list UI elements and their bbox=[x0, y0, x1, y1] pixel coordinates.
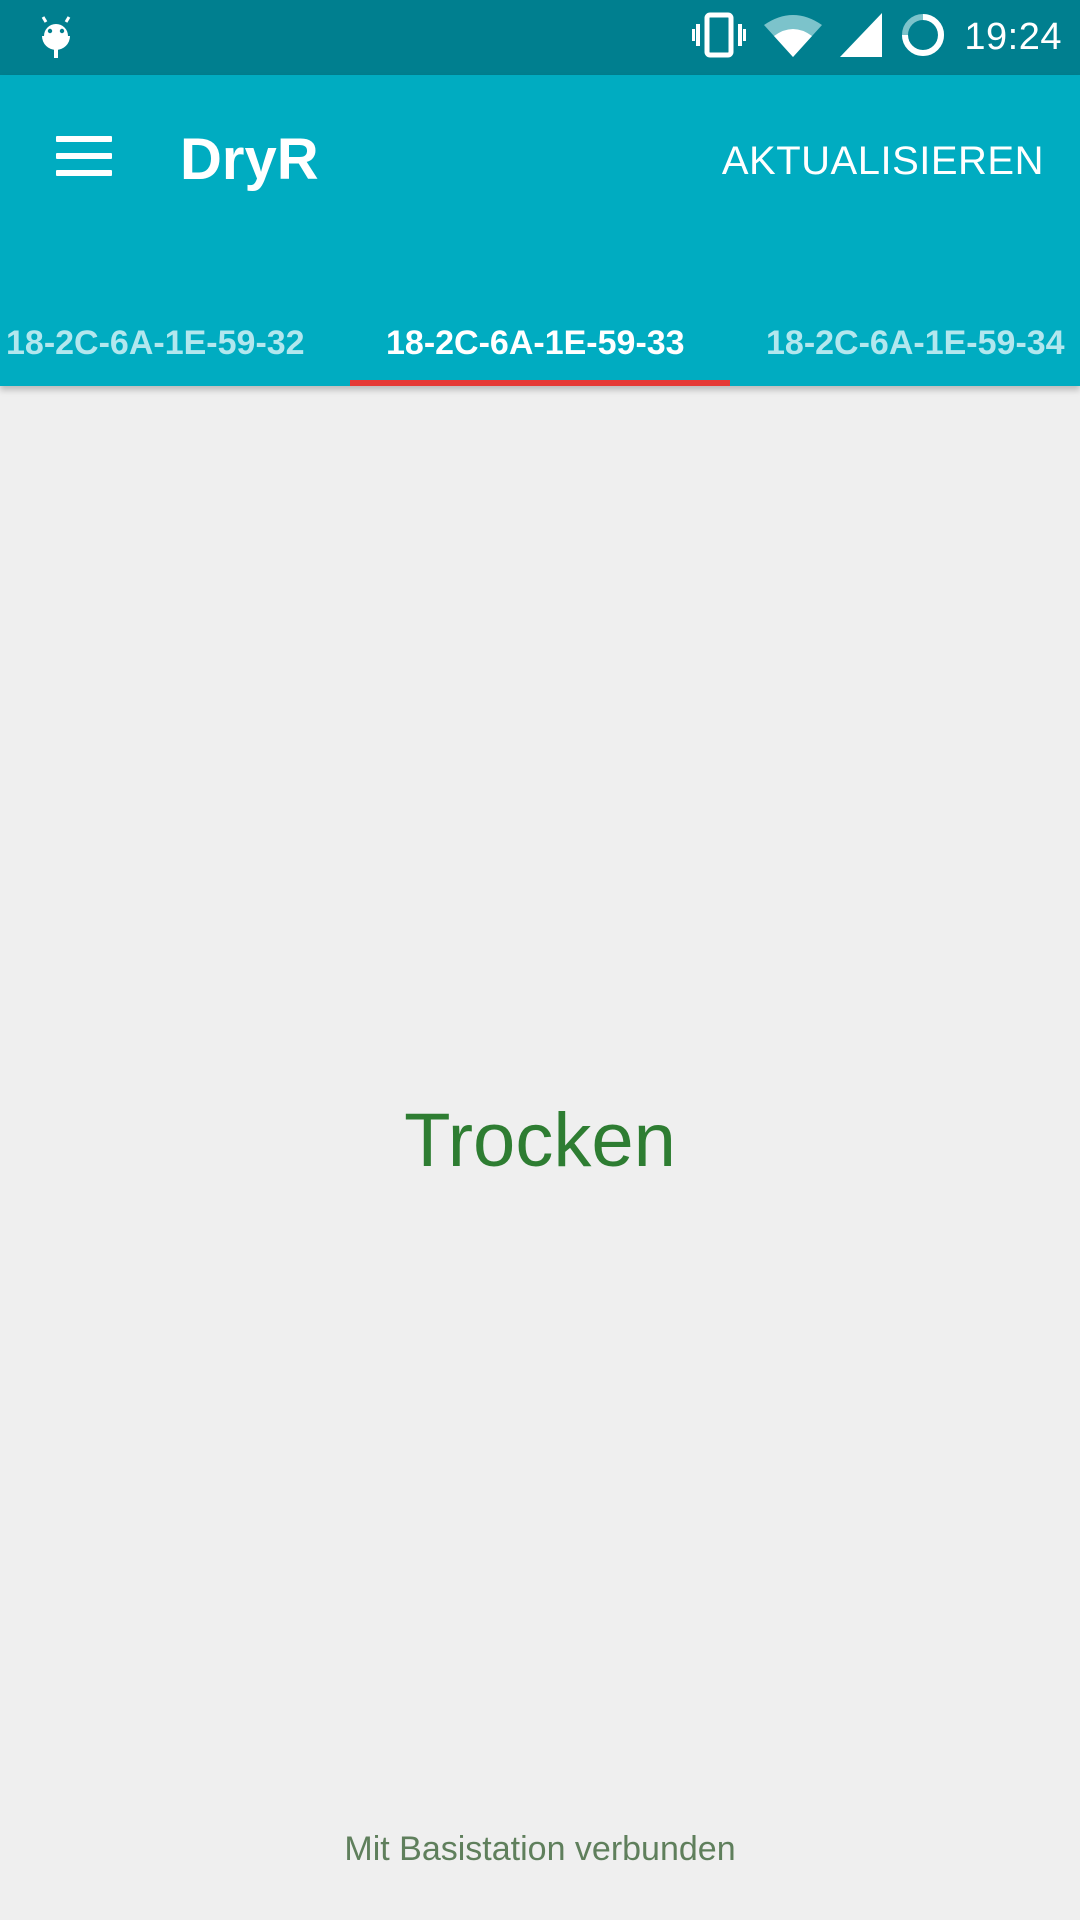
hamburger-menu-icon bbox=[56, 136, 112, 176]
tab-indicator bbox=[350, 380, 730, 386]
status-time: 19:24 bbox=[964, 16, 1062, 58]
menu-button[interactable] bbox=[40, 123, 128, 189]
tab-device-33[interactable]: 18-2C-6A-1E-59-33 bbox=[386, 315, 685, 386]
dryness-state-text: Trocken bbox=[404, 1098, 676, 1183]
app-bar: DryR AKTUALISIEREN 18-2C-6A-1E-59-32 18-… bbox=[0, 75, 1080, 386]
app-title: DryR bbox=[180, 127, 319, 192]
sync-ring-icon bbox=[900, 12, 946, 63]
tab-bar: 18-2C-6A-1E-59-32 18-2C-6A-1E-59-33 18-2… bbox=[0, 315, 1080, 386]
cell-signal-icon bbox=[840, 13, 883, 62]
tab-device-34[interactable]: 18-2C-6A-1E-59-34 bbox=[766, 315, 1065, 386]
status-icons: 19:24 bbox=[692, 0, 1062, 75]
wifi-icon bbox=[764, 13, 823, 62]
tab-device-32[interactable]: 18-2C-6A-1E-59-32 bbox=[6, 315, 305, 386]
vibrate-icon bbox=[692, 12, 747, 63]
status-bar: 19:24 bbox=[0, 0, 1080, 75]
android-debug-icon bbox=[34, 14, 78, 64]
connection-status-text: Mit Basistation verbunden bbox=[344, 1830, 736, 1868]
refresh-button[interactable]: AKTUALISIEREN bbox=[722, 133, 1044, 189]
screen: 19:24 DryR AKTUALISIEREN 18-2C-6A-1E-59-… bbox=[0, 0, 1080, 1920]
